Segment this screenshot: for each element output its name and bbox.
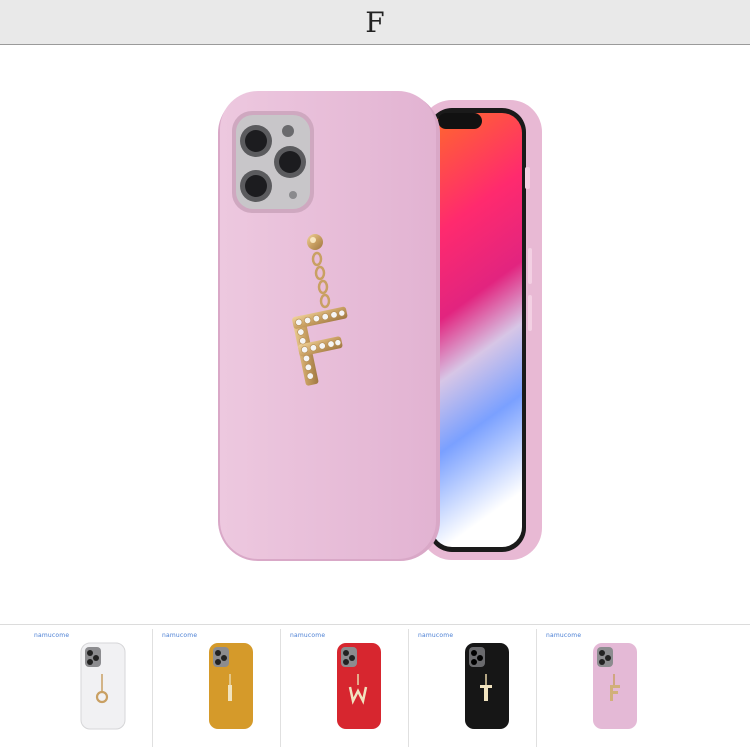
thumbnail-strip: namucome namucome namucome namucome namu… [0, 624, 750, 751]
back-case [218, 91, 440, 561]
thumbnail-red[interactable]: namucome [282, 629, 409, 747]
phone-case-thumb [593, 643, 637, 729]
phone-case-illustration [218, 91, 542, 561]
phone-case-thumb [337, 643, 381, 729]
thumbnail-white[interactable]: namucome [26, 629, 153, 747]
phone-case-thumb [209, 643, 253, 729]
thumbnail-yellow[interactable]: namucome [154, 629, 281, 747]
thumbnail-pink[interactable]: namucome [538, 629, 664, 747]
product-image [0, 45, 750, 623]
phone-case-thumb [465, 643, 509, 729]
title-bar: F [0, 0, 750, 45]
thumbnail-black[interactable]: namucome [410, 629, 537, 747]
page-title: F [365, 5, 385, 39]
phone-case-thumb [80, 642, 126, 730]
